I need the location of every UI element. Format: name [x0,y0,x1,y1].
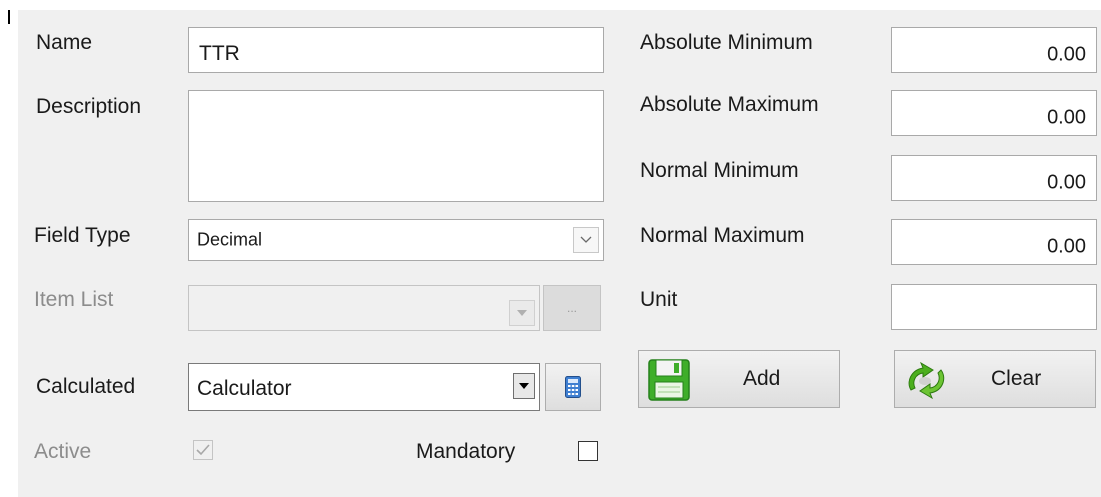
calculated-value: Calculator [197,377,292,401]
normal-maximum-label: Normal Maximum [640,224,805,247]
add-button[interactable]: Add [638,350,840,408]
field-type-dropdown-button[interactable] [573,227,599,253]
description-textarea[interactable] [188,90,604,202]
recycle-icon [908,361,945,400]
calculated-select[interactable]: Calculator [188,363,540,411]
clear-button-label: Clear [991,367,1042,390]
description-label: Description [36,95,142,118]
absolute-maximum-input[interactable]: 0.00 [891,90,1097,136]
item-list-browse-button[interactable]: ... [543,285,601,331]
field-type-select[interactable]: Decimal [188,219,604,261]
calculated-label: Calculated [36,375,136,398]
unit-label: Unit [640,288,678,311]
absolute-minimum-value: 0.00 [1047,43,1086,66]
absolute-minimum-input[interactable]: 0.00 [891,27,1097,73]
mandatory-checkbox[interactable] [578,441,598,461]
text-cursor-mark [8,10,10,24]
absolute-maximum-value: 0.00 [1047,106,1086,129]
normal-minimum-value: 0.00 [1047,171,1086,194]
checkmark-icon [196,444,210,456]
name-input[interactable]: TTR [188,27,604,73]
chevron-down-icon [517,310,527,317]
field-type-label: Field Type [34,224,131,247]
mandatory-label: Mandatory [416,440,516,463]
normal-maximum-input[interactable]: 0.00 [891,219,1097,265]
absolute-minimum-label: Absolute Minimum [640,31,813,54]
calculator-icon [565,376,581,398]
normal-minimum-label: Normal Minimum [640,159,799,182]
chevron-down-icon [519,383,529,390]
clear-button[interactable]: Clear [894,350,1096,408]
normal-minimum-input[interactable]: 0.00 [891,155,1097,201]
active-checkbox[interactable] [193,440,213,460]
item-list-dropdown-button[interactable] [509,300,535,327]
item-list-select[interactable] [188,285,540,331]
item-list-label: Item List [34,288,114,311]
name-label: Name [36,31,93,54]
floppy-disk-icon [648,359,690,401]
chevron-down-icon [580,236,592,243]
add-button-label: Add [743,367,781,390]
calculated-dropdown-button[interactable] [513,373,535,400]
name-input-value: TTR [199,42,240,66]
normal-maximum-value: 0.00 [1047,235,1086,258]
absolute-maximum-label: Absolute Maximum [640,93,819,116]
active-label: Active [34,440,92,463]
calculator-button[interactable] [545,363,601,411]
field-type-value: Decimal [197,229,263,250]
unit-input[interactable] [891,284,1097,330]
